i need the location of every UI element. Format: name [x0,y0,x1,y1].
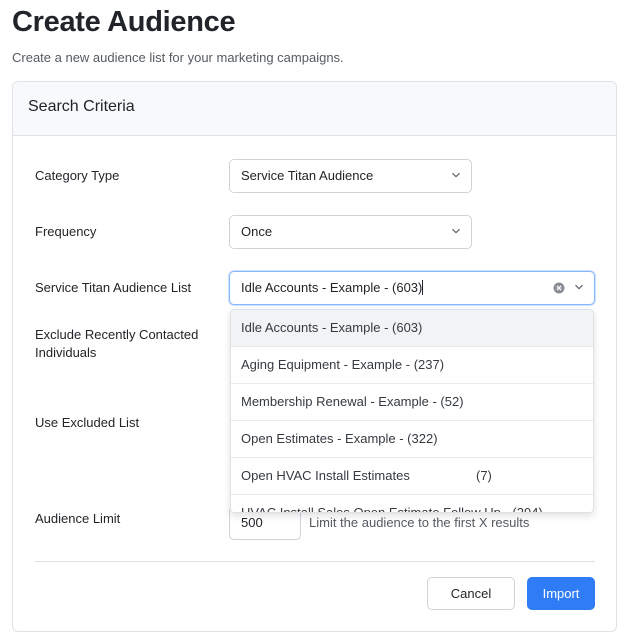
import-button[interactable]: Import [527,577,595,610]
dropdown-option[interactable]: HVAC Install Sales Open Estimate Follow … [231,495,593,513]
dropdown-option[interactable]: Idle Accounts - Example - (603) [231,310,593,347]
footer-divider [35,561,595,562]
chevron-down-icon [452,171,460,179]
frequency-select[interactable]: Once [229,215,472,249]
clear-icon[interactable] [553,282,565,294]
dropdown-option-label: Aging Equipment - Example - (237) [241,357,445,372]
dropdown-option-label: Open HVAC Install Estimates [241,468,410,483]
audience-list-label: Service Titan Audience List [35,280,192,295]
exclude-recent-label: Exclude Recently Contacted Individuals [35,327,199,360]
dropdown-option-label: Idle Accounts - Example - (603) [241,320,423,335]
chevron-down-icon [575,283,583,291]
chevron-down-icon [452,227,460,235]
search-criteria-card: Search Criteria Category Type Service Ti… [12,81,617,632]
dropdown-option[interactable]: Aging Equipment - Example - (237) [231,347,593,384]
page-subtitle: Create a new audience list for your mark… [12,50,344,65]
dropdown-option-label: Open Estimates - Example - (322) [241,431,438,446]
category-type-value: Service Titan Audience [241,168,374,183]
frequency-value: Once [241,224,273,239]
category-type-label: Category Type [35,168,120,183]
text-caret [422,280,424,295]
dropdown-option[interactable]: Membership Renewal - Example - (52) [231,384,593,421]
dropdown-option-label: HVAC Install Sales Open Estimate Follow … [241,505,543,513]
frequency-label: Frequency [35,224,97,239]
dropdown-option-count: (7) [476,468,492,483]
cancel-button[interactable]: Cancel [427,577,515,610]
audience-list-value: Idle Accounts - Example - (603) [241,280,423,295]
audience-list-select[interactable]: Idle Accounts - Example - (603) [229,271,595,305]
audience-limit-help: Limit the audience to the first X result… [309,515,530,530]
dropdown-option-label: Membership Renewal - Example - (52) [241,394,464,409]
audience-list-dropdown: Idle Accounts - Example - (603) Aging Eq… [230,309,594,513]
category-type-select[interactable]: Service Titan Audience [229,159,472,193]
dropdown-option[interactable]: Open Estimates - Example - (322) [231,421,593,458]
audience-limit-label: Audience Limit [35,511,121,526]
page-title: Create Audience [12,6,236,38]
card-header: Search Criteria [13,82,616,136]
use-excluded-label: Use Excluded List [35,415,140,430]
dropdown-option[interactable]: Open HVAC Install Estimates (7) [231,458,593,495]
